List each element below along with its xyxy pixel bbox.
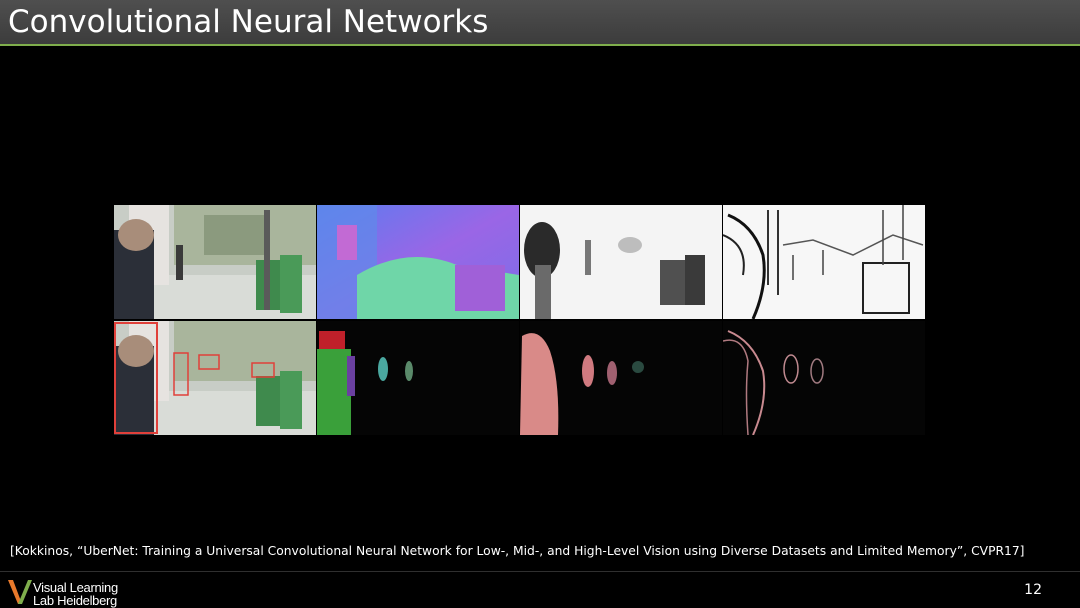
slide-title: Convolutional Neural Networks: [8, 4, 489, 40]
detection-image: [114, 321, 316, 435]
title-bar: Convolutional Neural Networks: [0, 0, 1080, 46]
page-number: 12: [1024, 582, 1042, 598]
lab-logo: Visual Learning Lab Heidelberg: [6, 576, 131, 608]
citation: [Kokkinos, “UberNet: Training a Universa…: [10, 544, 1025, 558]
footer: Visual Learning Lab Heidelberg 12: [0, 571, 1080, 608]
result-figure: [114, 205, 925, 435]
boundary-map: [723, 321, 925, 435]
logo-v-icon: [8, 580, 32, 604]
surface-normals-map: [317, 205, 519, 319]
human-parts-map: [520, 321, 722, 435]
input-image-top: [114, 205, 316, 319]
logo-line-2: Lab Heidelberg: [33, 593, 117, 608]
edge-map: [723, 205, 925, 319]
saliency-map: [520, 205, 722, 319]
semantic-segmentation-map: [317, 321, 519, 435]
